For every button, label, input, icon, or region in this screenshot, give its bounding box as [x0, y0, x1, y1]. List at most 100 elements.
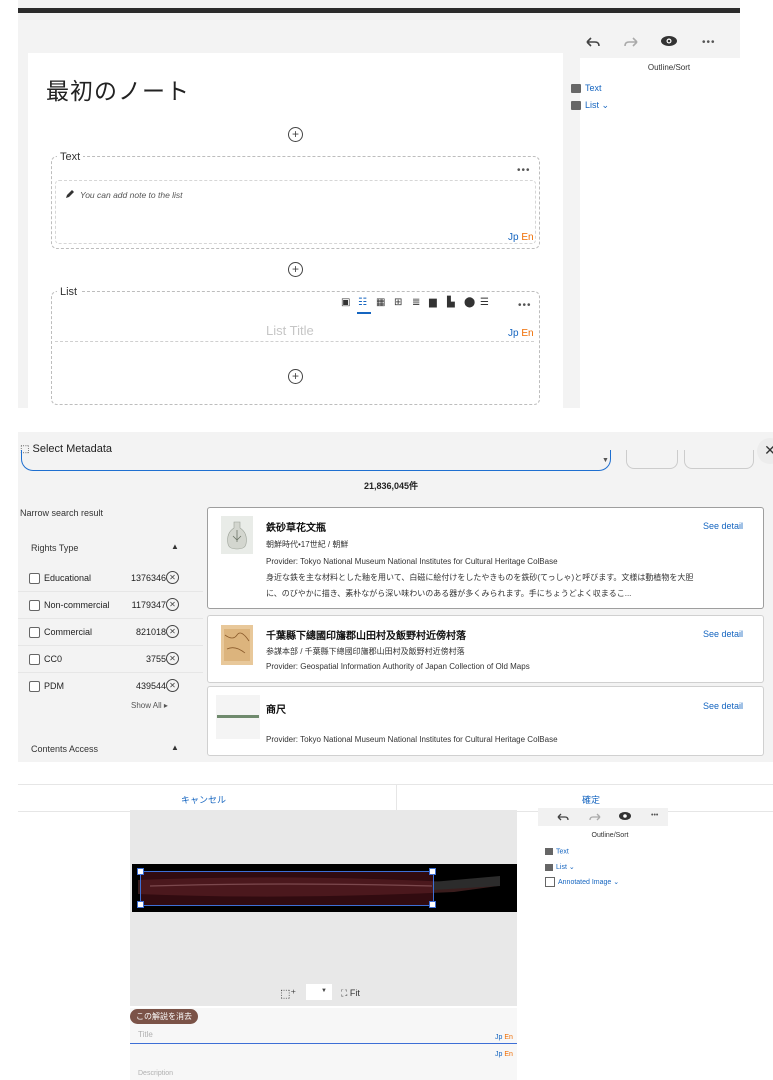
confirm-button[interactable]: 確定	[582, 793, 600, 806]
result-card[interactable]: 鉄砂草花文瓶 朝鮮時代•17世紀 / 朝鮮 Provider: Tokyo Na…	[207, 507, 764, 609]
lang-en[interactable]: En	[504, 1034, 513, 1041]
fit-button[interactable]: ⛶ Fit	[341, 988, 360, 999]
lang-jp[interactable]: Jp	[495, 1034, 502, 1041]
filter-button[interactable]	[626, 450, 678, 469]
list-view-icon[interactable]: ☷	[358, 297, 367, 308]
result-title[interactable]: 商尺	[266, 701, 286, 716]
checkbox[interactable]	[29, 654, 40, 665]
search-input[interactable]	[21, 450, 611, 471]
fit-icon: ⛶	[341, 988, 348, 998]
checkbox[interactable]	[29, 600, 40, 611]
description-input[interactable]: Description	[138, 1070, 173, 1077]
collapse-icon[interactable]: ▲	[171, 542, 179, 551]
rights-type-label[interactable]: Rights Type	[31, 543, 78, 553]
lang-jp[interactable]: Jp	[508, 232, 519, 243]
cancel-button[interactable]: キャンセル	[181, 793, 226, 806]
add-item-icon[interactable]: +	[288, 369, 303, 384]
annotated-image-icon	[545, 877, 555, 887]
facet-count: 1179347	[131, 600, 166, 610]
see-detail-link[interactable]: See detail	[703, 629, 743, 639]
checkbox[interactable]	[29, 627, 40, 638]
resize-handle[interactable]	[137, 901, 144, 908]
outline-item-list[interactable]: List ⌄	[545, 863, 575, 871]
map-pin-icon[interactable]: ⬤	[464, 297, 475, 308]
grid-view-icon[interactable]: ▦	[376, 297, 385, 308]
zoom-select[interactable]: ▼	[306, 984, 332, 1000]
chevron-down-icon[interactable]: ▼	[321, 988, 327, 994]
lang-toggle[interactable]: Jp En	[495, 1034, 513, 1041]
lang-en[interactable]: En	[521, 328, 533, 339]
remove-filter-icon[interactable]: ✕	[166, 652, 179, 665]
remove-filter-icon[interactable]: ✕	[166, 679, 179, 692]
see-detail-link[interactable]: See detail	[703, 701, 743, 711]
chevron-down-icon[interactable]: ▼	[602, 457, 609, 464]
lang-toggle[interactable]: Jp En	[508, 328, 534, 339]
chevron-down-icon[interactable]: ⌄	[569, 864, 575, 871]
add-block-icon[interactable]: +	[288, 127, 303, 142]
resize-handle[interactable]	[137, 868, 144, 875]
more-icon[interactable]: •••	[651, 812, 658, 819]
add-region-icon[interactable]: ⬚⁺	[280, 987, 296, 1000]
remove-filter-icon[interactable]: ✕	[166, 571, 179, 584]
annotation-region[interactable]	[140, 871, 434, 906]
title-input[interactable]: Title	[138, 1030, 153, 1039]
outline-item-text[interactable]: Text	[545, 848, 569, 855]
facet-row[interactable]: Non-commercial 1179347 ✕	[18, 592, 203, 619]
chevron-down-icon[interactable]: ⌄	[613, 879, 619, 886]
select-metadata-dialog: ⬚ Select Metadata ✕ ▼ 21,836,045件 Narrow…	[18, 432, 773, 762]
lang-jp[interactable]: Jp	[495, 1051, 502, 1058]
text-view-icon[interactable]: ≣	[412, 297, 420, 308]
table-view-icon[interactable]: ⊞	[394, 297, 402, 308]
image-view-icon[interactable]: ▆	[429, 297, 437, 308]
add-block-icon[interactable]: +	[288, 262, 303, 277]
redo-icon[interactable]	[589, 812, 601, 822]
note-title[interactable]: 最初のノート	[46, 72, 190, 106]
lang-jp[interactable]: Jp	[508, 328, 519, 339]
resize-handle[interactable]	[429, 901, 436, 908]
result-title[interactable]: 千葉縣下總國印旛郡山田村及飯野村近傍村落	[266, 627, 466, 642]
remove-filter-icon[interactable]: ✕	[166, 625, 179, 638]
lang-en[interactable]: En	[521, 232, 533, 243]
list-section-more-icon[interactable]: •••	[518, 300, 532, 311]
collapse-icon[interactable]: ▲	[171, 743, 179, 752]
outline-item-text[interactable]: Text	[571, 83, 602, 94]
close-icon[interactable]: ✕	[757, 438, 773, 464]
map-thumbnail	[221, 625, 253, 665]
eye-icon[interactable]	[660, 35, 678, 47]
chevron-down-icon[interactable]: ⌄	[602, 100, 610, 110]
list-section-label: List	[57, 286, 81, 298]
facet-row[interactable]: Commercial 821018 ✕	[18, 619, 203, 646]
text-section-more-icon[interactable]: •••	[517, 165, 531, 176]
lang-toggle[interactable]: Jp En	[495, 1051, 513, 1058]
undo-icon[interactable]	[557, 812, 569, 822]
result-meta: 参謀本部 / 千葉縣下總國印旛郡山田村及飯野村近傍村落	[266, 647, 465, 656]
more-icon[interactable]: •••	[702, 37, 716, 48]
media-view-icon[interactable]: ▙	[447, 297, 455, 308]
facet-row[interactable]: CC0 3755 ✕	[18, 646, 203, 673]
contents-access-label[interactable]: Contents Access	[31, 744, 98, 754]
outline-item-annotated-image[interactable]: Annotated Image ⌄	[545, 877, 619, 887]
sort-select[interactable]	[684, 450, 754, 469]
checkbox[interactable]	[29, 681, 40, 692]
resize-handle[interactable]	[429, 868, 436, 875]
numbered-list-icon[interactable]: ☰	[480, 297, 489, 308]
slideshow-view-icon[interactable]: ▣	[341, 297, 350, 308]
result-card[interactable]: 千葉縣下總國印旛郡山田村及飯野村近傍村落 参謀本部 / 千葉縣下總國印旛郡山田村…	[207, 615, 764, 683]
text-section-label: Text	[57, 151, 84, 163]
outline-item-list[interactable]: List ⌄	[571, 100, 609, 111]
lang-toggle[interactable]: Jp En	[508, 232, 534, 243]
list-title-input[interactable]: List Title	[266, 323, 314, 338]
clear-caption-button[interactable]: この解説を消去	[130, 1009, 198, 1024]
redo-icon[interactable]	[623, 36, 639, 48]
lang-en[interactable]: En	[504, 1051, 513, 1058]
result-title[interactable]: 鉄砂草花文瓶	[266, 519, 326, 534]
see-detail-link[interactable]: See detail	[703, 521, 743, 531]
result-card[interactable]: 商尺 Provider: Tokyo National Museum Natio…	[207, 686, 764, 756]
show-all-link[interactable]: Show All ▸	[131, 701, 168, 710]
remove-filter-icon[interactable]: ✕	[166, 598, 179, 611]
facet-row[interactable]: PDM 439544 ✕	[18, 673, 203, 699]
eye-icon[interactable]	[618, 811, 632, 821]
undo-icon[interactable]	[585, 36, 601, 48]
facet-row[interactable]: Educational 1376346 ✕	[18, 565, 203, 592]
checkbox[interactable]	[29, 573, 40, 584]
